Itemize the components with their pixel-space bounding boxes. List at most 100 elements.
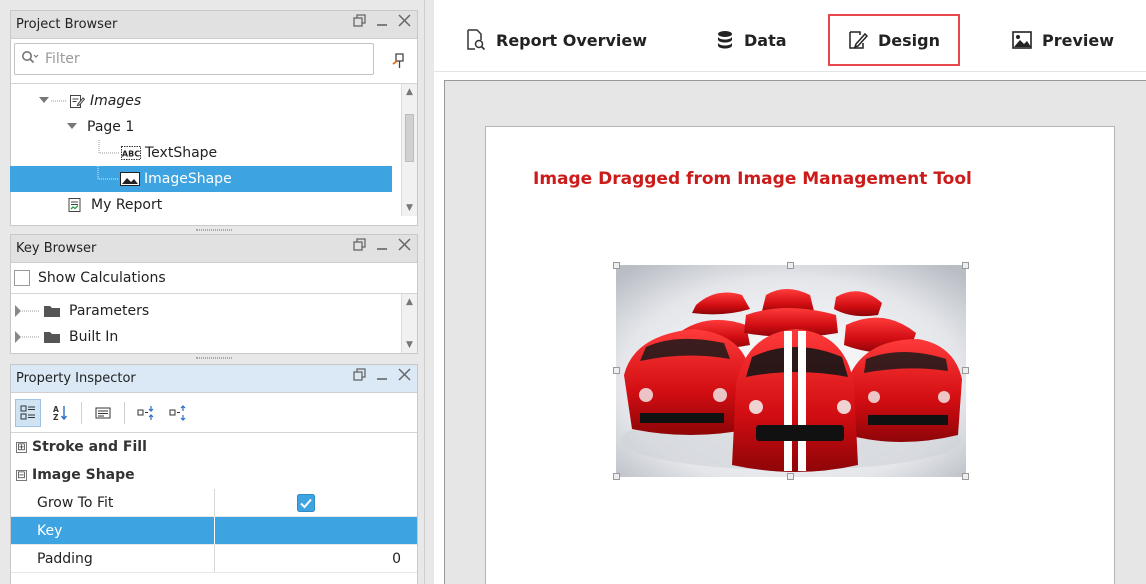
key-item-parameters[interactable]: Parameters <box>11 298 417 324</box>
expand-all-button[interactable] <box>133 399 159 427</box>
project-tree: Images Page 1 ABC TextShape ImageShape M… <box>10 83 417 218</box>
tab-report-overview[interactable]: Report Overview <box>466 14 647 66</box>
resize-handle-n[interactable] <box>787 262 794 269</box>
key-browser-title: Key Browser <box>16 241 97 256</box>
property-inspector-panel: Property Inspector AZ ⊞ Stroke and Fill … <box>10 364 418 584</box>
tab-label: Design <box>878 30 940 50</box>
database-icon <box>718 31 732 49</box>
svg-text:ABC: ABC <box>122 150 140 159</box>
collapse-all-button[interactable] <box>165 399 191 427</box>
show-calculations-row[interactable]: Show Calculations <box>11 263 417 293</box>
splitter-handle[interactable] <box>10 354 418 362</box>
filter-row <box>11 39 417 83</box>
folder-icon <box>44 332 60 343</box>
close-icon[interactable] <box>398 238 411 251</box>
sort-alphabetical-button[interactable]: AZ <box>47 399 73 427</box>
workspace-tabs: Report Overview Data Design Preview <box>434 0 1146 72</box>
category-stroke-and-fill[interactable]: ⊞ Stroke and Fill <box>11 433 417 461</box>
tree-item-images[interactable]: Images <box>11 88 417 114</box>
property-value[interactable] <box>215 489 417 516</box>
key-item-label: Parameters <box>69 303 150 319</box>
resize-handle-w[interactable] <box>613 367 620 374</box>
pin-button[interactable] <box>387 49 411 73</box>
design-icon <box>849 31 868 49</box>
expand-all-icon <box>137 405 154 420</box>
scroll-up-icon[interactable]: ▲ <box>402 84 417 100</box>
float-icon[interactable] <box>353 368 366 381</box>
resize-handle-s[interactable] <box>787 473 794 480</box>
key-browser-panel: Key Browser Show Calculations Parameters… <box>10 234 418 354</box>
key-item-label: Built In <box>69 329 119 345</box>
filter-box[interactable] <box>14 43 374 75</box>
minimize-icon[interactable] <box>376 15 388 27</box>
dock-divider[interactable] <box>424 0 434 584</box>
key-item-built-in[interactable]: Built In <box>11 324 417 350</box>
resize-handle-ne[interactable] <box>962 262 969 269</box>
property-name: Grow To Fit <box>11 489 215 516</box>
property-value[interactable] <box>215 517 417 544</box>
collapsed-arrow-icon[interactable] <box>13 330 43 344</box>
svg-text:Z: Z <box>53 413 59 422</box>
tab-design[interactable]: Design <box>828 14 960 66</box>
tree-item-label: My Report <box>91 197 163 213</box>
tree-item-textshape[interactable]: ABC TextShape <box>11 140 417 166</box>
property-value[interactable]: 0 <box>215 545 417 572</box>
report-page[interactable]: Image Dragged from Image Management Tool <box>485 126 1115 584</box>
resize-handle-e[interactable] <box>962 367 969 374</box>
splitter-handle[interactable] <box>10 226 418 234</box>
float-icon[interactable] <box>353 14 366 27</box>
close-icon[interactable] <box>398 14 411 27</box>
scroll-down-icon[interactable]: ▼ <box>402 337 417 353</box>
tab-data[interactable]: Data <box>716 14 787 66</box>
collapsed-arrow-icon[interactable] <box>13 304 43 318</box>
red-cars-image <box>616 265 966 477</box>
property-pages-button[interactable] <box>90 399 116 427</box>
property-grid: ⊞ Stroke and Fill ⊟ Image Shape Grow To … <box>11 433 417 584</box>
expanded-arrow-icon[interactable] <box>67 121 81 133</box>
folder-icon <box>44 306 60 317</box>
key-tree: Parameters Built In ▲ ▼ <box>11 293 417 353</box>
report-overview-icon <box>467 29 486 51</box>
tree-item-imageshape[interactable]: ImageShape <box>10 166 392 192</box>
tree-connector <box>98 140 119 154</box>
collapse-all-icon <box>169 404 186 421</box>
minimize-icon[interactable] <box>376 239 388 251</box>
report-workspace: Report Overview Data Design Preview Imag… <box>434 0 1146 584</box>
tab-preview[interactable]: Preview <box>1012 14 1114 66</box>
categorized-view-button[interactable] <box>15 398 41 427</box>
category-image-shape[interactable]: ⊟ Image Shape <box>11 461 417 489</box>
key-tree-scrollbar[interactable]: ▲ ▼ <box>401 294 417 353</box>
project-browser-title: Project Browser <box>16 17 118 32</box>
project-browser-panel: Project Browser Filter Images Page 1 ABC… <box>10 10 418 226</box>
property-toolbar: AZ <box>11 393 417 433</box>
show-calculations-checkbox[interactable] <box>14 270 30 286</box>
checked-checkbox-icon[interactable] <box>297 493 315 512</box>
report-title-text[interactable]: Image Dragged from Image Management Tool <box>533 169 972 189</box>
float-icon[interactable] <box>353 238 366 251</box>
close-icon[interactable] <box>398 368 411 381</box>
scroll-thumb[interactable] <box>405 114 414 162</box>
scroll-up-icon[interactable]: ▲ <box>402 294 417 310</box>
expand-icon[interactable]: ⊞ <box>16 441 27 453</box>
collapse-icon[interactable]: ⊟ <box>16 469 27 481</box>
categorized-icon <box>20 405 35 419</box>
project-tree-scrollbar[interactable]: ▲ ▼ <box>401 84 417 216</box>
resize-handle-nw[interactable] <box>613 262 620 269</box>
property-row-padding[interactable]: Padding 0 <box>11 545 417 573</box>
tree-item-label: Images <box>90 93 142 109</box>
filter-input[interactable] <box>45 51 345 67</box>
tree-item-page-1[interactable]: Page 1 <box>11 114 417 140</box>
resize-handle-sw[interactable] <box>613 473 620 480</box>
resize-handle-se[interactable] <box>962 473 969 480</box>
left-dock: Project Browser Filter Images Page 1 ABC… <box>0 0 424 584</box>
scroll-down-icon[interactable]: ▼ <box>402 200 417 216</box>
tree-item-my-report[interactable]: My Report <box>11 192 417 218</box>
expanded-arrow-icon[interactable] <box>39 95 69 107</box>
property-row-grow-to-fit[interactable]: Grow To Fit <box>11 489 417 517</box>
minimize-icon[interactable] <box>376 369 388 381</box>
image-shape-icon <box>120 172 140 186</box>
property-row-key[interactable]: Key <box>11 517 417 545</box>
image-shape[interactable] <box>613 262 969 480</box>
design-canvas[interactable]: Image Dragged from Image Management Tool <box>444 80 1146 584</box>
text-shape-icon: ABC <box>121 146 141 160</box>
